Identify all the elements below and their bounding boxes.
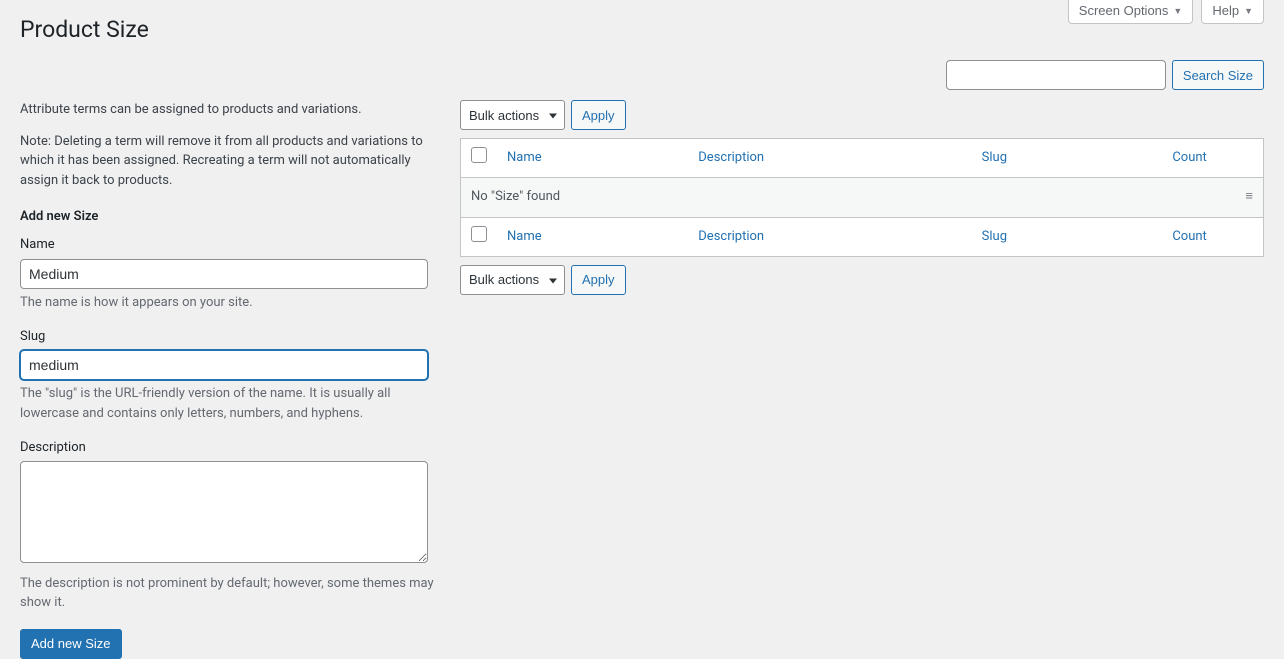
intro-paragraph-2: Note: Deleting a term will remove it fro… xyxy=(20,132,440,191)
description-textarea[interactable] xyxy=(20,461,428,563)
add-new-size-button[interactable]: Add new Size xyxy=(20,629,122,659)
help-button[interactable]: Help ▼ xyxy=(1201,0,1264,24)
search-button[interactable]: Search Size xyxy=(1172,60,1264,90)
sort-count[interactable]: Count xyxy=(1172,150,1206,165)
intro-text: Attribute terms can be assigned to produ… xyxy=(20,100,440,190)
screen-options-label: Screen Options xyxy=(1079,3,1169,18)
col-header-slug: Slug xyxy=(972,139,1163,178)
caret-down-icon: ▼ xyxy=(1173,6,1182,16)
apply-button-bottom[interactable]: Apply xyxy=(571,265,626,295)
name-label: Name xyxy=(20,236,440,254)
left-column: Attribute terms can be assigned to produ… xyxy=(20,100,440,658)
select-all-bottom[interactable] xyxy=(471,226,487,242)
top-buttons: Screen Options ▼ Help ▼ xyxy=(1068,0,1264,24)
no-items-text: No "Size" found xyxy=(471,189,560,204)
sort-name-footer[interactable]: Name xyxy=(507,229,542,244)
select-all-bottom-cell xyxy=(461,217,498,256)
sort-description-footer[interactable]: Description xyxy=(698,229,764,244)
no-items-row: No "Size" found ≡ xyxy=(461,178,1264,217)
bulk-actions-select-bottom[interactable]: Bulk actions xyxy=(460,265,565,295)
sort-slug-footer[interactable]: Slug xyxy=(982,229,1007,244)
col-header-description: Description xyxy=(688,139,971,178)
slug-label: Slug xyxy=(20,328,440,346)
content: Attribute terms can be assigned to produ… xyxy=(0,100,1284,658)
select-all-top-cell xyxy=(461,139,498,178)
slug-input[interactable] xyxy=(20,350,428,380)
sort-count-footer[interactable]: Count xyxy=(1172,229,1206,244)
col-footer-slug: Slug xyxy=(972,217,1163,256)
add-new-heading: Add new Size xyxy=(20,208,440,226)
sort-slug[interactable]: Slug xyxy=(982,150,1007,165)
col-footer-count: Count xyxy=(1162,217,1263,256)
description-help: The description is not prominent by defa… xyxy=(20,574,440,613)
description-field-wrapper: Description The description is not promi… xyxy=(20,439,440,612)
tablenav-bottom: Bulk actions Apply xyxy=(460,265,1264,295)
name-help: The name is how it appears on your site. xyxy=(20,293,440,313)
bulk-actions-select-wrap-bottom: Bulk actions xyxy=(460,265,565,295)
sort-description[interactable]: Description xyxy=(698,150,764,165)
col-header-name: Name xyxy=(497,139,688,178)
screen-options-button[interactable]: Screen Options ▼ xyxy=(1068,0,1194,24)
caret-down-icon: ▼ xyxy=(1244,6,1253,16)
description-label: Description xyxy=(20,439,440,457)
help-label: Help xyxy=(1212,3,1239,18)
name-input[interactable] xyxy=(20,259,428,289)
view-mode-icon[interactable]: ≡ xyxy=(1245,188,1253,206)
apply-button-top[interactable]: Apply xyxy=(571,100,626,130)
sort-name[interactable]: Name xyxy=(507,150,542,165)
select-all-top[interactable] xyxy=(471,147,487,163)
name-field-wrapper: Name The name is how it appears on your … xyxy=(20,236,440,312)
right-column: Bulk actions Apply Name Description Slug… xyxy=(460,100,1264,658)
col-header-count: Count xyxy=(1162,139,1263,178)
slug-field-wrapper: Slug The "slug" is the URL-friendly vers… xyxy=(20,328,440,423)
search-input[interactable] xyxy=(946,60,1166,90)
intro-paragraph-1: Attribute terms can be assigned to produ… xyxy=(20,100,440,120)
table-footer-row: Name Description Slug Count xyxy=(461,217,1264,256)
bulk-actions-select-top[interactable]: Bulk actions xyxy=(460,100,565,130)
terms-table: Name Description Slug Count No "Size" fo… xyxy=(460,138,1264,257)
bulk-actions-select-wrap: Bulk actions xyxy=(460,100,565,130)
col-footer-description: Description xyxy=(688,217,971,256)
no-items-cell: No "Size" found ≡ xyxy=(461,178,1264,217)
search-row: Search Size xyxy=(0,60,1284,100)
col-footer-name: Name xyxy=(497,217,688,256)
tablenav-top: Bulk actions Apply xyxy=(460,100,1264,130)
table-header-row: Name Description Slug Count xyxy=(461,139,1264,178)
slug-help: The "slug" is the URL-friendly version o… xyxy=(20,384,440,423)
